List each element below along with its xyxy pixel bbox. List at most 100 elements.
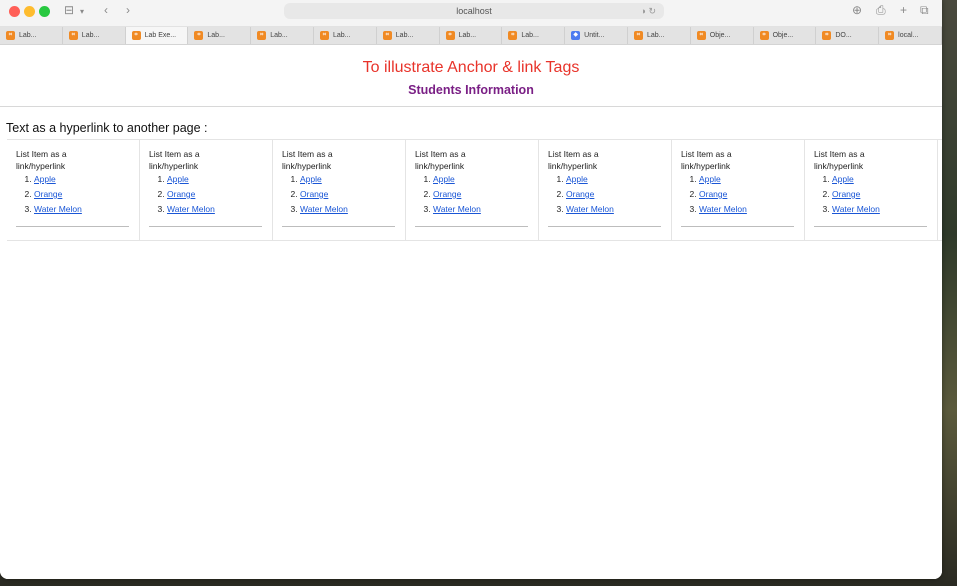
section-title: Text as a hyperlink to another page : [6, 121, 208, 135]
fruit-link[interactable]: Orange [433, 189, 461, 199]
link-card: List Item as a link/hyperlink Apple Orange… [672, 140, 805, 240]
link-card: List Item as a link/hyperlink Apple Orange… [539, 140, 672, 240]
download-icon[interactable]: ⊕ [852, 3, 862, 17]
html-file-icon: ⌗ [633, 31, 643, 40]
tab-label: Lab... [395, 32, 414, 39]
list-item: Apple [300, 172, 405, 187]
page-subtitle: Students Information [408, 83, 534, 97]
fruit-link[interactable]: Water Melon [832, 204, 880, 214]
card-label: List Item as a link/hyperlink [415, 149, 466, 171]
fruit-link[interactable]: Orange [34, 189, 62, 199]
forward-icon[interactable]: › [126, 3, 130, 17]
list-item: Apple [832, 172, 937, 187]
app-icon: ◆ [571, 31, 581, 40]
fruit-link[interactable]: Apple [167, 174, 189, 184]
html-file-icon: ⌗ [822, 31, 832, 40]
fruit-link[interactable]: Apple [34, 174, 56, 184]
link-list: Apple Orange Water Melon [282, 172, 405, 217]
list-item: Orange [566, 187, 671, 202]
list-item: Orange [699, 187, 804, 202]
address-bar[interactable]: localhost ◑ ↻ [284, 3, 664, 19]
tab-10[interactable]: ⌗ Lab... [628, 27, 691, 44]
tab-7[interactable]: ⌗ Lab... [440, 27, 503, 44]
fruit-link[interactable]: Orange [300, 189, 328, 199]
card-label: List Item as a link/hyperlink [814, 149, 865, 171]
sidebar-icon[interactable]: ⊟ [64, 3, 74, 17]
tab-5[interactable]: ⌗ Lab... [314, 27, 377, 44]
list-item: Apple [699, 172, 804, 187]
fruit-link[interactable]: Apple [300, 174, 322, 184]
fruit-link[interactable]: Water Melon [433, 204, 481, 214]
tab-3[interactable]: ⌗ Lab... [188, 27, 252, 44]
fruit-link[interactable]: Orange [699, 189, 727, 199]
tab-label: DO... [835, 32, 852, 39]
html-file-icon: ⌗ [445, 31, 455, 40]
tab-6[interactable]: ⌗ Lab... [377, 27, 440, 44]
list-item: Water Melon [433, 202, 538, 217]
fruit-link[interactable]: Orange [832, 189, 860, 199]
html-file-icon: ⌗ [131, 31, 141, 40]
link-card: List Item as a link/hyperlink Apple Orange… [140, 140, 273, 240]
tab-label: Lab... [646, 32, 665, 39]
tab-8[interactable]: ⌗ Lab... [502, 27, 566, 44]
fruit-link[interactable]: Apple [566, 174, 588, 184]
link-list: Apple Orange Water Melon [548, 172, 671, 217]
list-item: Water Melon [34, 202, 139, 217]
tab-label: Obje... [709, 32, 731, 39]
list-item: Orange [433, 187, 538, 202]
card-divider [681, 226, 794, 227]
translate-icon[interactable]: ◑ ↻ [641, 3, 656, 19]
tab-label: Lab... [207, 32, 225, 39]
list-item: Apple [433, 172, 538, 187]
tab-12[interactable]: ⌗ Obje... [754, 27, 817, 44]
tab-2[interactable]: ⌗ Lab Exe... [125, 27, 189, 44]
back-icon[interactable]: ‹ [104, 3, 108, 17]
list-item: Apple [167, 172, 272, 187]
link-list: Apple Orange Water Melon [814, 172, 937, 217]
tab-0[interactable]: ⌗ Lab... [0, 27, 63, 44]
card-label: List Item as a link/hyperlink [282, 149, 333, 171]
list-item: Orange [167, 187, 272, 202]
fruit-link[interactable]: Apple [433, 174, 455, 184]
card-divider [282, 226, 395, 227]
list-item: Water Melon [300, 202, 405, 217]
fruit-link[interactable]: Water Melon [34, 204, 82, 214]
card-label: List Item as a link/hyperlink [16, 149, 67, 171]
new-tab-icon[interactable]: + [900, 3, 907, 17]
zoom-window-button[interactable] [39, 6, 50, 17]
fruit-link[interactable]: Orange [167, 189, 195, 199]
fruit-link[interactable]: Water Melon [699, 204, 747, 214]
tab-14[interactable]: ⌗ local... [879, 27, 942, 44]
link-card: List Item as a link/hyperlink Apple Orange… [406, 140, 539, 240]
tab-1[interactable]: ⌗ Lab... [63, 27, 126, 44]
chevron-down-icon[interactable]: ▾ [80, 5, 84, 19]
link-card: List Item as a link/hyperlink Apple Orange… [805, 140, 938, 240]
close-window-button[interactable] [9, 6, 20, 17]
address-text: localhost [456, 6, 492, 16]
tab-13[interactable]: ⌗ DO... [816, 27, 880, 44]
tab-4[interactable]: ⌗ Lab... [251, 27, 314, 44]
divider [0, 106, 942, 107]
html-file-icon: ⌗ [257, 31, 267, 40]
page-title: To illustrate Anchor & link Tags [362, 59, 580, 76]
html-file-icon: ⌗ [508, 31, 518, 40]
fruit-link[interactable]: Apple [832, 174, 854, 184]
tab-11[interactable]: ⌗ Obje... [691, 27, 754, 44]
tab-overview-icon[interactable]: ⧉ [920, 3, 929, 17]
minimize-window-button[interactable] [24, 6, 35, 17]
fruit-link[interactable]: Water Melon [167, 204, 215, 214]
share-icon[interactable]: ⎙ [876, 3, 886, 17]
fruit-link[interactable]: Water Melon [300, 204, 348, 214]
list-item: Water Melon [167, 202, 272, 217]
html-file-icon: ⌗ [696, 31, 706, 40]
tab-label: Lab Exe... [144, 32, 177, 39]
link-list: Apple Orange Water Melon [415, 172, 538, 217]
list-item: Apple [566, 172, 671, 187]
list-item: Water Melon [699, 202, 804, 217]
fruit-link[interactable]: Water Melon [566, 204, 614, 214]
fruit-link[interactable]: Orange [566, 189, 594, 199]
tab-9[interactable]: ◆ Untit... [565, 27, 628, 44]
fruit-link[interactable]: Apple [699, 174, 721, 184]
link-card: List Item as a link/hyperlink Apple Orange… [273, 140, 406, 240]
html-file-icon: ⌗ [319, 31, 329, 40]
